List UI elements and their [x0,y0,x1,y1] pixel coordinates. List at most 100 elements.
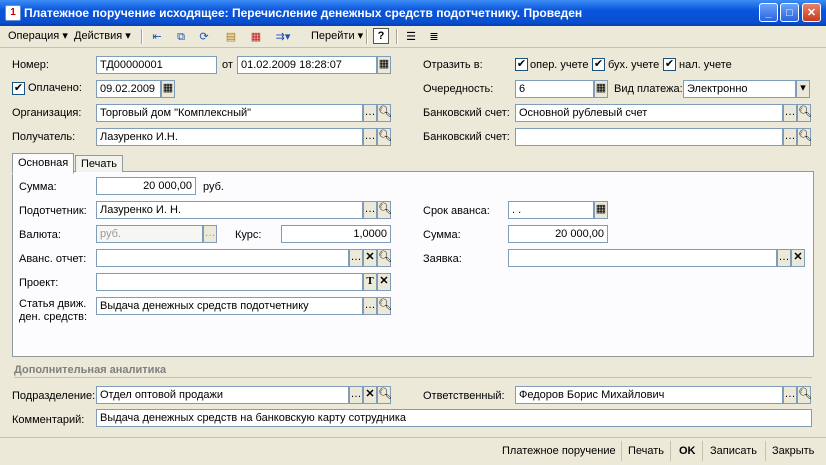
open-search-icon[interactable]: 🔍︎ [377,297,392,315]
currency-unit-label: руб. [203,181,224,193]
actions-menu[interactable]: Действия ▾ [71,28,134,44]
copy-icon[interactable]: ⧉ [171,28,191,46]
cashflow-label-line2: ден. средств: [19,311,88,323]
create-based-on-icon[interactable]: ⇉▾ [273,28,293,46]
open-search-icon[interactable]: 🔍︎ [797,104,812,122]
ok-button[interactable]: OK [679,443,696,459]
calendar-icon[interactable]: ▦ [377,56,391,74]
sum2-field[interactable]: 20 000,00 [508,225,608,243]
select-button[interactable]: … [783,104,797,122]
reflect-nal-label: нал. учете [679,59,732,71]
unpost-document-icon[interactable]: ▦ [246,28,266,46]
open-search-icon[interactable]: 🔍︎ [797,386,812,404]
clear-icon[interactable]: ✕ [363,249,377,267]
calendar-icon[interactable]: ▦ [594,201,608,219]
advance-term-field[interactable]: . . [508,201,594,219]
command-separator [670,441,671,461]
goto-menu-label: Перейти [311,30,355,42]
select-button[interactable]: … [349,386,363,404]
select-button[interactable]: … [783,128,797,146]
maximize-button[interactable]: □ [780,3,799,22]
accountable-field[interactable]: Лазуренко И. Н. [96,201,363,219]
print-button[interactable]: Печать [628,443,664,459]
select-button[interactable]: … [363,128,377,146]
select-button[interactable]: … [777,249,791,267]
structure-icon[interactable]: ≣ [424,28,444,46]
post-document-icon[interactable]: ▤ [221,28,241,46]
goto-menu[interactable]: Перейти ▾ [308,28,366,44]
window-title: Платежное поручение исходящее: Перечисле… [24,6,583,20]
select-button[interactable]: … [363,201,377,219]
clear-icon[interactable]: ✕ [363,386,377,404]
minimize-button[interactable]: _ [759,3,778,22]
sum-field[interactable]: 20 000,00 [96,177,196,195]
select-button[interactable]: … [363,104,377,122]
chevron-down-icon[interactable]: ▾ [796,80,810,98]
refresh-icon[interactable]: ⟳ [194,28,214,46]
open-search-icon[interactable]: 🔍︎ [377,386,392,404]
open-search-icon[interactable]: 🔍︎ [377,128,392,146]
command-separator [702,441,703,461]
recipient-field[interactable]: Лазуренко И.Н. [96,128,363,146]
tab-main[interactable]: Основная [12,153,75,174]
payment-order-button[interactable]: Платежное поручение [502,443,616,459]
back-arrow-icon[interactable]: ⇤ [147,28,167,46]
text-type-icon[interactable]: T [363,273,377,291]
movements-icon[interactable]: ☰ [401,28,421,46]
paid-date-field[interactable]: 09.02.2009 [96,80,161,98]
sum-label: Сумма: [19,181,57,193]
rate-field[interactable]: 1,0000 [281,225,391,243]
help-icon[interactable]: ? [373,28,389,44]
section-divider [14,377,812,378]
bank-account-label: Банковский счет: [423,107,510,119]
advance-report-field[interactable] [96,249,349,267]
bank-account-field[interactable]: Основной рублевый счет [515,104,783,122]
reflect-label: Отразить в: [423,59,483,71]
reflect-nal-checkbox[interactable]: ✔ [663,58,676,71]
comment-field[interactable]: Выдача денежных средств на банковскую ка… [96,409,812,427]
open-search-icon[interactable]: 🔍︎ [377,104,392,122]
reflect-buh-checkbox[interactable]: ✔ [592,58,605,71]
save-button[interactable]: Записать [710,443,757,459]
select-button[interactable]: … [363,297,377,315]
reflect-buh-label: бух. учете [608,59,660,71]
cashflow-label-line1: Статья движ. [19,298,87,310]
date-field[interactable]: 01.02.2009 18:28:07 [237,56,377,74]
paid-label: Оплачено: [28,82,82,94]
spin-icon[interactable]: ▦ [594,80,608,98]
project-label: Проект: [19,277,59,289]
priority-field[interactable]: 6 [515,80,594,98]
from-label: от [222,59,233,71]
paid-checkbox[interactable]: ✔ [12,82,25,95]
payment-type-select[interactable]: Электронно [683,80,796,98]
sum2-label: Сумма: [423,229,461,241]
close-form-button[interactable]: Закрыть [772,443,814,459]
cashflow-item-field[interactable]: Выдача денежных средств подотчетнику [96,297,363,315]
select-button[interactable]: … [783,386,797,404]
select-button[interactable]: … [349,249,363,267]
rate-label: Курс: [235,229,262,241]
clear-icon[interactable]: ✕ [791,249,805,267]
organization-label: Организация: [12,107,82,119]
actions-menu-label: Действия [74,30,123,42]
close-button[interactable]: ✕ [802,3,821,22]
open-search-icon[interactable]: 🔍︎ [797,128,812,146]
tab-print[interactable]: Печать [75,155,124,172]
division-field[interactable]: Отдел оптовой продажи [96,386,349,404]
reflect-oper-label: опер. учете [530,59,589,71]
number-field[interactable]: ТД00000001 [96,56,217,74]
reflect-oper-checkbox[interactable]: ✔ [515,58,528,71]
operation-menu[interactable]: Операция ▾ [5,28,71,44]
toolbar-separator [141,29,143,44]
bank-account2-field[interactable] [515,128,783,146]
bank-account2-label: Банковский счет: [423,131,510,143]
project-field[interactable] [96,273,363,291]
organization-field[interactable]: Торговый дом "Комплексный" [96,104,363,122]
open-search-icon[interactable]: 🔍︎ [377,249,392,267]
select-button: … [203,225,217,243]
calendar-icon[interactable]: ▦ [161,80,175,98]
open-search-icon[interactable]: 🔍︎ [377,201,392,219]
clear-icon[interactable]: ✕ [377,273,391,291]
responsible-field[interactable]: Федоров Борис Михайлович [515,386,783,404]
request-field[interactable] [508,249,777,267]
